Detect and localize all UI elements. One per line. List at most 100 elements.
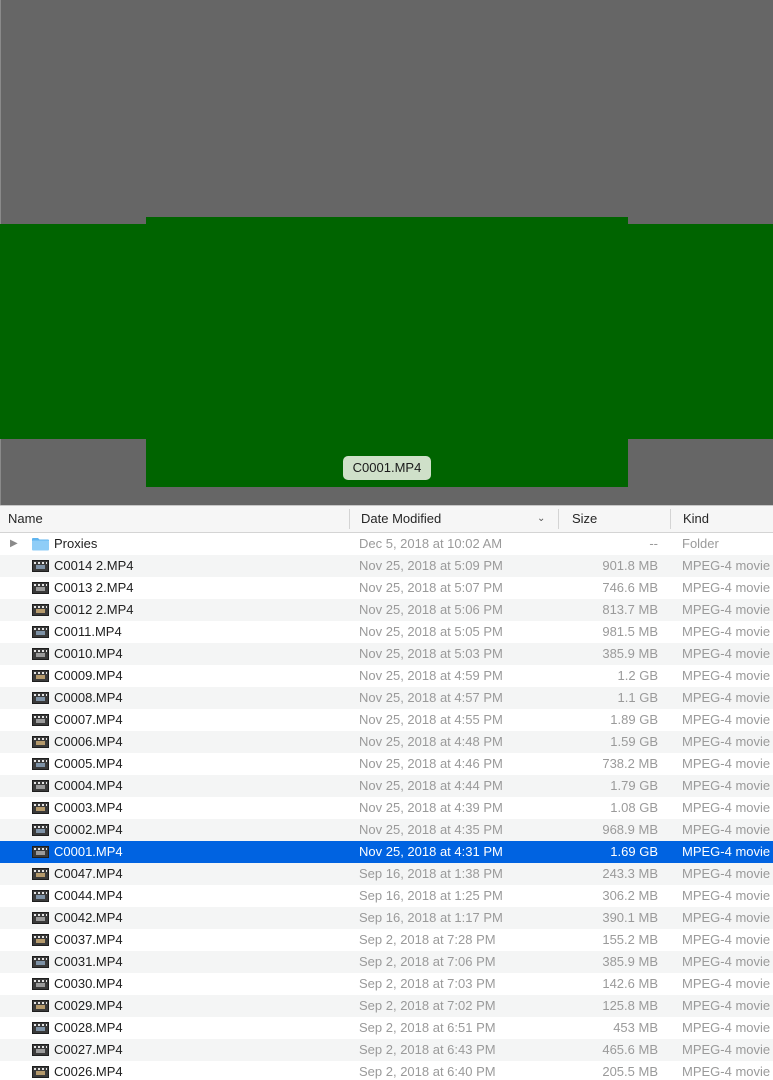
file-row[interactable]: C0042.MP4 Sep 16, 2018 at 1:17 PM 390.1 MB… bbox=[0, 907, 773, 929]
file-row[interactable]: C0007.MP4 Nov 25, 2018 at 4:55 PM 1.89 GB M… bbox=[0, 709, 773, 731]
video-thumbnail-icon bbox=[32, 758, 49, 770]
video-thumbnail-icon bbox=[32, 780, 49, 792]
disclosure-triangle-icon[interactable]: ▶ bbox=[10, 533, 18, 555]
video-thumbnail-icon bbox=[32, 670, 49, 682]
file-date-modified: Nov 25, 2018 at 4:35 PM bbox=[359, 822, 503, 837]
file-row[interactable]: C0026.MP4 Sep 2, 2018 at 6:40 PM 205.5 MB M… bbox=[0, 1061, 773, 1080]
video-thumbnail-icon bbox=[32, 802, 49, 814]
file-row[interactable]: C0037.MP4 Sep 2, 2018 at 7:28 PM 155.2 MB M… bbox=[0, 929, 773, 951]
file-kind: MPEG-4 movie bbox=[682, 734, 771, 749]
video-thumbnail-icon bbox=[32, 648, 49, 660]
file-list-view[interactable]: Name Date Modified ⌄ Size Kind ▶ Proxies D… bbox=[0, 505, 773, 1080]
file-size: 1.1 GB bbox=[617, 690, 658, 705]
file-date-modified: Nov 25, 2018 at 4:39 PM bbox=[359, 800, 503, 815]
file-name: C0012 2.MP4 bbox=[54, 602, 134, 617]
file-size: 1.08 GB bbox=[610, 800, 658, 815]
file-row[interactable]: C0005.MP4 Nov 25, 2018 at 4:46 PM 738.2 MB… bbox=[0, 753, 773, 775]
file-date-modified: Nov 25, 2018 at 5:03 PM bbox=[359, 646, 503, 661]
file-kind: MPEG-4 movie bbox=[682, 954, 771, 969]
folder-icon bbox=[32, 538, 49, 551]
chevron-down-icon[interactable]: ⌄ bbox=[537, 506, 545, 532]
file-name: C0037.MP4 bbox=[54, 932, 123, 947]
file-row[interactable]: C0009.MP4 Nov 25, 2018 at 4:59 PM 1.2 GB MP… bbox=[0, 665, 773, 687]
column-divider[interactable] bbox=[670, 509, 671, 529]
file-row[interactable]: C0004.MP4 Nov 25, 2018 at 4:44 PM 1.79 GB M… bbox=[0, 775, 773, 797]
video-thumbnail[interactable] bbox=[146, 217, 628, 487]
file-name: C0030.MP4 bbox=[54, 976, 123, 991]
file-kind: MPEG-4 movie bbox=[682, 800, 771, 815]
file-row[interactable]: C0012 2.MP4 Nov 25, 2018 at 5:06 PM 813.7 … bbox=[0, 599, 773, 621]
file-row[interactable]: C0030.MP4 Sep 2, 2018 at 7:03 PM 142.6 MB M… bbox=[0, 973, 773, 995]
video-thumbnail-icon bbox=[32, 978, 49, 990]
file-date-modified: Dec 5, 2018 at 10:02 AM bbox=[359, 536, 503, 551]
file-name: C0026.MP4 bbox=[54, 1064, 123, 1079]
file-name: C0028.MP4 bbox=[54, 1020, 123, 1035]
column-header-bar: Name Date Modified ⌄ Size Kind bbox=[0, 506, 773, 533]
file-date-modified: Sep 2, 2018 at 7:03 PM bbox=[359, 976, 496, 991]
file-date-modified: Sep 2, 2018 at 6:51 PM bbox=[359, 1020, 496, 1035]
file-name: C0007.MP4 bbox=[54, 712, 123, 727]
file-row[interactable]: C0031.MP4 Sep 2, 2018 at 7:06 PM 385.9 MB M… bbox=[0, 951, 773, 973]
file-date-modified: Nov 25, 2018 at 5:06 PM bbox=[359, 602, 503, 617]
preview-filename-label: C0001.MP4 bbox=[343, 456, 431, 480]
file-kind: MPEG-4 movie bbox=[682, 844, 771, 859]
file-date-modified: Sep 2, 2018 at 7:28 PM bbox=[359, 932, 496, 947]
column-divider[interactable] bbox=[558, 509, 559, 529]
video-thumbnail-icon bbox=[32, 956, 49, 968]
file-date-modified: Nov 25, 2018 at 4:59 PM bbox=[359, 668, 503, 683]
video-thumbnail-icon bbox=[32, 890, 49, 902]
file-row[interactable]: C0002.MP4 Nov 25, 2018 at 4:35 PM 968.9 MB… bbox=[0, 819, 773, 841]
file-kind: MPEG-4 movie bbox=[682, 712, 771, 727]
column-header-kind[interactable]: Kind bbox=[683, 506, 709, 532]
file-row[interactable]: C0001.MP4 Nov 25, 2018 at 4:31 PM 1.69 GB M… bbox=[0, 841, 773, 863]
file-date-modified: Nov 25, 2018 at 4:48 PM bbox=[359, 734, 503, 749]
column-header-name[interactable]: Name bbox=[8, 506, 43, 532]
file-date-modified: Nov 25, 2018 at 5:09 PM bbox=[359, 558, 503, 573]
file-row[interactable]: C0003.MP4 Nov 25, 2018 at 4:39 PM 1.08 GB M… bbox=[0, 797, 773, 819]
file-size: 1.2 GB bbox=[617, 668, 658, 683]
file-name: C0011.MP4 bbox=[54, 624, 122, 639]
file-kind: MPEG-4 movie bbox=[682, 888, 771, 903]
file-row[interactable]: C0008.MP4 Nov 25, 2018 at 4:57 PM 1.1 GB MP… bbox=[0, 687, 773, 709]
column-header-date-modified[interactable]: Date Modified bbox=[361, 506, 441, 532]
file-size: 746.6 MB bbox=[602, 580, 658, 595]
file-size: 1.69 GB bbox=[610, 844, 658, 859]
file-name: C0031.MP4 bbox=[54, 954, 123, 969]
video-thumbnail-icon bbox=[32, 868, 49, 880]
column-divider[interactable] bbox=[349, 509, 350, 529]
video-thumbnail-icon bbox=[32, 692, 49, 704]
file-kind: MPEG-4 movie bbox=[682, 602, 771, 617]
file-kind: MPEG-4 movie bbox=[682, 998, 771, 1013]
file-name: C0003.MP4 bbox=[54, 800, 123, 815]
file-row[interactable]: C0013 2.MP4 Nov 25, 2018 at 5:07 PM 746.6 … bbox=[0, 577, 773, 599]
video-thumbnail-icon bbox=[32, 626, 49, 638]
file-size: 385.9 MB bbox=[602, 646, 658, 661]
file-kind: MPEG-4 movie bbox=[682, 932, 771, 947]
file-row[interactable]: C0006.MP4 Nov 25, 2018 at 4:48 PM 1.59 GB M… bbox=[0, 731, 773, 753]
file-size: 1.59 GB bbox=[610, 734, 658, 749]
file-date-modified: Nov 25, 2018 at 4:31 PM bbox=[359, 844, 503, 859]
file-size: 243.3 MB bbox=[602, 866, 658, 881]
folder-row[interactable]: ▶ Proxies Dec 5, 2018 at 10:02 AM -- Folder bbox=[0, 533, 773, 555]
file-row[interactable]: C0027.MP4 Sep 2, 2018 at 6:43 PM 465.6 MB M… bbox=[0, 1039, 773, 1061]
video-thumbnail-icon bbox=[32, 1000, 49, 1012]
file-row[interactable]: C0010.MP4 Nov 25, 2018 at 5:03 PM 385.9 MB… bbox=[0, 643, 773, 665]
file-date-modified: Sep 2, 2018 at 6:43 PM bbox=[359, 1042, 496, 1057]
file-size: 125.8 MB bbox=[602, 998, 658, 1013]
file-size: 1.79 GB bbox=[610, 778, 658, 793]
file-row[interactable]: C0047.MP4 Sep 16, 2018 at 1:38 PM 243.3 MB… bbox=[0, 863, 773, 885]
file-name: C0009.MP4 bbox=[54, 668, 123, 683]
file-size: 901.8 MB bbox=[602, 558, 658, 573]
file-size: 306.2 MB bbox=[602, 888, 658, 903]
file-row[interactable]: C0029.MP4 Sep 2, 2018 at 7:02 PM 125.8 MB M… bbox=[0, 995, 773, 1017]
file-size: 155.2 MB bbox=[602, 932, 658, 947]
file-row[interactable]: C0014 2.MP4 Nov 25, 2018 at 5:09 PM 901.8 … bbox=[0, 555, 773, 577]
file-kind: Folder bbox=[682, 536, 719, 551]
file-kind: MPEG-4 movie bbox=[682, 558, 771, 573]
file-row[interactable]: C0044.MP4 Sep 16, 2018 at 1:25 PM 306.2 MB… bbox=[0, 885, 773, 907]
column-header-size[interactable]: Size bbox=[572, 506, 597, 532]
file-kind: MPEG-4 movie bbox=[682, 910, 771, 925]
file-name: C0042.MP4 bbox=[54, 910, 123, 925]
file-row[interactable]: C0011.MP4 Nov 25, 2018 at 5:05 PM 981.5 MB… bbox=[0, 621, 773, 643]
file-row[interactable]: C0028.MP4 Sep 2, 2018 at 6:51 PM 453 MB MPE… bbox=[0, 1017, 773, 1039]
